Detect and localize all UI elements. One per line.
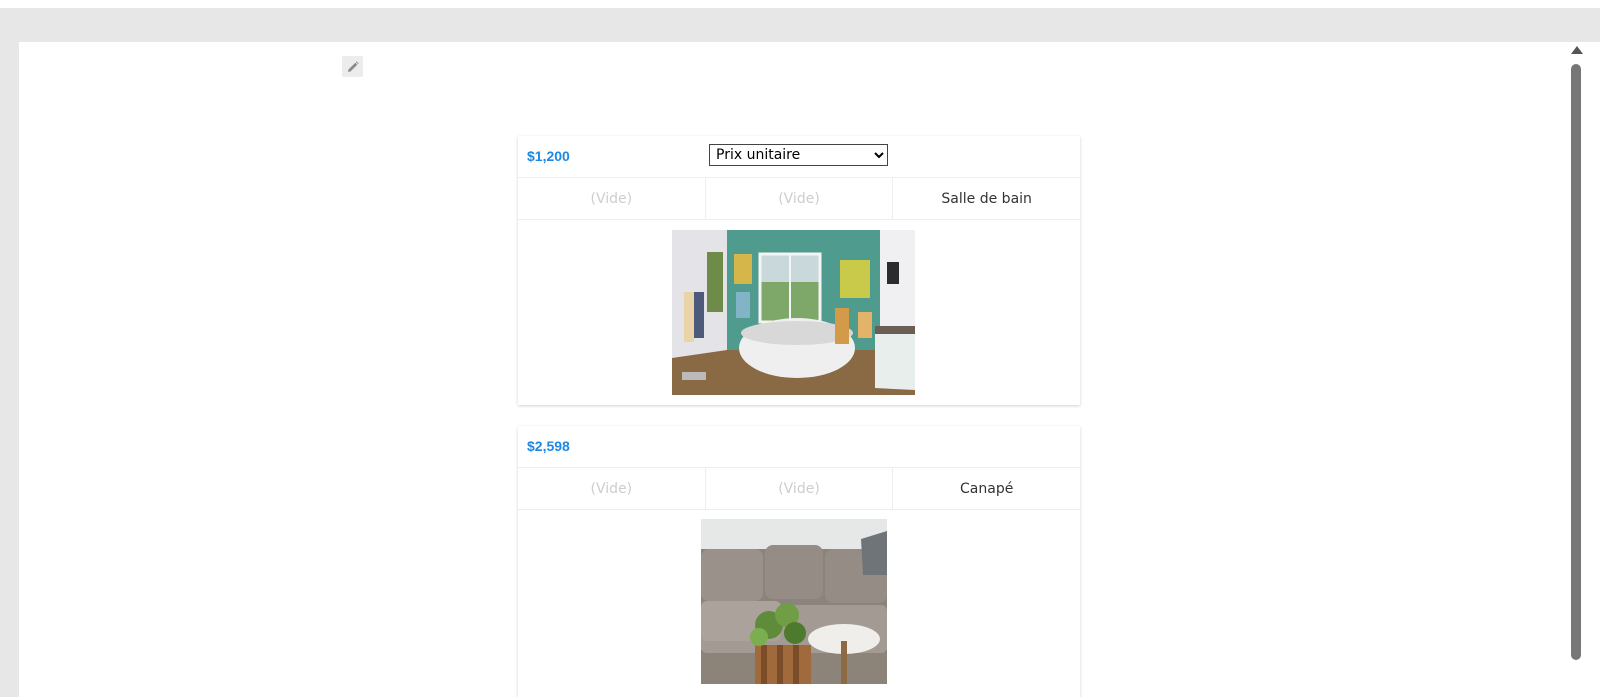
scroll-up-arrow-icon[interactable] — [1571, 46, 1583, 54]
item-card: $1,200 Prix unitaire (Vide) (Vide) Salle… — [518, 136, 1080, 405]
field-row: (Vide) (Vide) Canapé — [518, 468, 1080, 510]
item-card: $2,598 (Vide) (Vide) Canapé — [518, 426, 1080, 697]
bathroom-image[interactable] — [672, 230, 915, 395]
field-cell[interactable]: Canapé — [892, 468, 1080, 509]
top-strip — [0, 0, 1600, 8]
sort-select[interactable]: Prix unitaire — [709, 144, 888, 166]
field-cell[interactable]: (Vide) — [704, 178, 893, 219]
sofa-image[interactable] — [701, 519, 887, 684]
field-cell[interactable]: (Vide) — [518, 178, 705, 219]
edit-button[interactable] — [342, 56, 363, 77]
price-value: $1,200 — [527, 148, 570, 164]
scroll-thumb[interactable] — [1571, 64, 1581, 660]
field-row: (Vide) (Vide) Salle de bain — [518, 178, 1080, 220]
price-value: $2,598 — [527, 438, 570, 454]
field-cell[interactable]: (Vide) — [704, 468, 893, 509]
content-canvas: $1,200 Prix unitaire (Vide) (Vide) Salle… — [19, 42, 1600, 697]
card-header: $2,598 — [518, 426, 1080, 468]
field-cell[interactable]: Salle de bain — [892, 178, 1080, 219]
card-header: $1,200 Prix unitaire — [518, 136, 1080, 178]
field-cell[interactable]: (Vide) — [518, 468, 705, 509]
pencil-icon — [347, 60, 359, 72]
vertical-scrollbar[interactable] — [1568, 42, 1584, 697]
